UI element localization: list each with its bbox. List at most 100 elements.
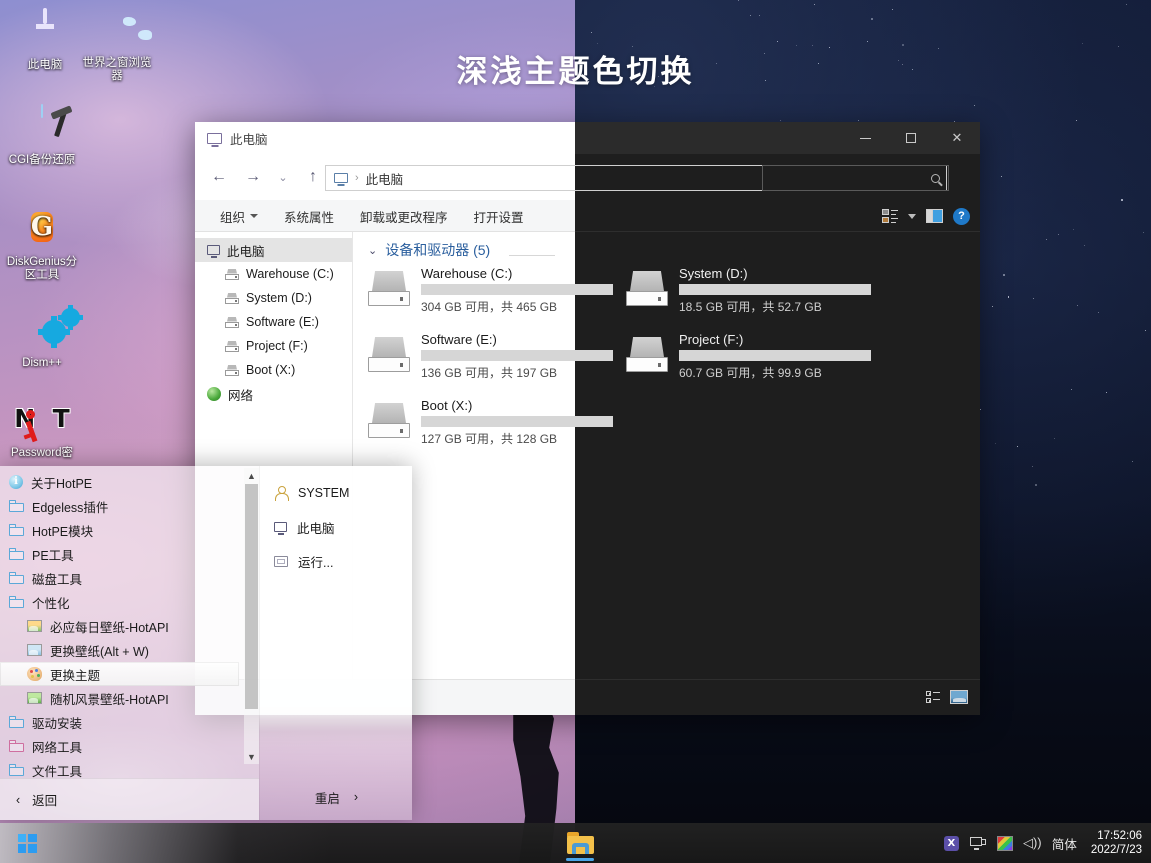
drive-capacity-text: 127 GB 可用，共 128 GB	[421, 430, 613, 447]
x-app-icon[interactable]: X	[944, 836, 959, 851]
drive-item[interactable]: Project (F:)60.7 GB 可用，共 99.9 GB	[626, 332, 871, 381]
toolbar-uninstall-programs[interactable]: 卸载或更改程序	[347, 200, 461, 232]
minimize-button[interactable]	[842, 122, 888, 154]
view-options-icon[interactable]	[882, 209, 898, 224]
start-menu-item-4[interactable]: 磁盘工具	[0, 566, 239, 590]
window-titlebar[interactable]: 此电脑 ✕	[195, 122, 980, 154]
navigation-bar: ← → ⌄ ↑ › 此电脑	[195, 154, 980, 200]
sidebar-item-0[interactable]: 此电脑	[195, 238, 352, 262]
start-menu-item-10[interactable]: 驱动安装	[0, 710, 239, 734]
folder-icon	[9, 596, 24, 608]
sidebar-item-6[interactable]: 网络	[195, 382, 352, 406]
preview-pane-icon[interactable]	[926, 209, 943, 223]
monitor-icon	[334, 173, 348, 183]
thumbnail-view-icon[interactable]	[950, 690, 968, 704]
gears-icon	[3, 308, 81, 354]
desktop-icon-cgi-backup[interactable]: CGI备份还原	[3, 105, 81, 167]
start-menu-right-item-1[interactable]: 此电脑	[260, 510, 412, 544]
drive-item[interactable]: Boot (X:)127 GB 可用，共 128 GB	[368, 398, 613, 447]
start-menu-right-item-0[interactable]: SYSTEM	[260, 476, 412, 510]
start-menu-list: i关于HotPEEdgeless插件HotPE模块PE工具磁盘工具个性化必应每日…	[0, 470, 239, 782]
toolbar-system-properties[interactable]: 系统属性	[271, 200, 347, 232]
drive-icon	[225, 341, 239, 352]
desktop-icon-this-pc[interactable]: 此电脑	[6, 10, 84, 72]
clock[interactable]: 17:52:06 2022/7/23	[1088, 829, 1142, 857]
toolbar-open-settings[interactable]: 打开设置	[461, 200, 537, 232]
restart-button[interactable]: 重启 ›	[260, 774, 412, 820]
sidebar-item-3[interactable]: Software (E:)	[195, 310, 352, 334]
diskgenius-icon: G	[3, 207, 81, 253]
forward-button[interactable]: →	[237, 162, 269, 192]
recent-locations-button[interactable]: ⌄	[271, 162, 295, 192]
color-display-icon[interactable]	[997, 836, 1013, 851]
start-menu-item-9[interactable]: 随机风景壁纸-HotAPI	[0, 686, 239, 710]
drive-item[interactable]: Warehouse (C:)304 GB 可用，共 465 GB	[368, 266, 613, 315]
breadcrumb-separator: ›	[355, 172, 359, 184]
monitor-icon	[207, 245, 220, 255]
start-menu-item-11[interactable]: 网络工具	[0, 734, 239, 758]
start-menu-item-8[interactable]: 更换主题	[0, 662, 239, 686]
drive-usage-bar	[421, 284, 613, 295]
start-menu-back-button[interactable]: ‹ 返回	[0, 778, 259, 820]
sidebar-item-label: Project (F:)	[246, 339, 308, 353]
close-button[interactable]: ✕	[934, 122, 980, 154]
start-menu-item-7[interactable]: 更换壁纸(Alt + W)	[0, 638, 239, 662]
toolbar-organize[interactable]: 组织	[207, 200, 271, 232]
windows-logo-icon	[18, 834, 37, 853]
start-menu-item-label: 个性化	[32, 593, 70, 612]
minimize-icon	[860, 138, 871, 139]
sidebar-item-4[interactable]: Project (F:)	[195, 334, 352, 358]
chevron-down-icon: ⌄	[368, 244, 377, 257]
desktop-icon-ntpassword[interactable]: N T Password密	[3, 398, 81, 460]
taskbar-item-file-explorer[interactable]	[560, 823, 600, 863]
toolbar-label: 组织	[220, 207, 245, 226]
start-menu-item-3[interactable]: PE工具	[0, 542, 239, 566]
drive-item[interactable]: Software (E:)136 GB 可用，共 197 GB	[368, 332, 613, 381]
clock-time: 17:52:06	[1097, 830, 1142, 842]
picture-sunny-icon	[27, 620, 42, 632]
ime-indicator[interactable]: 简体	[1052, 834, 1077, 853]
scrollbar-thumb[interactable]	[245, 484, 258, 709]
network-icon[interactable]	[970, 837, 986, 850]
sidebar-item-label: 此电脑	[227, 241, 265, 260]
drive-item[interactable]: System (D:)18.5 GB 可用，共 52.7 GB	[626, 266, 871, 315]
start-menu-item-6[interactable]: 必应每日壁纸-HotAPI	[0, 614, 239, 638]
window-title: 此电脑	[207, 129, 268, 148]
start-menu-item-5[interactable]: 个性化	[0, 590, 239, 614]
chevron-down-icon[interactable]	[908, 214, 916, 219]
search-input[interactable]	[762, 165, 949, 191]
desktop-icon-label: 此电脑	[28, 59, 63, 71]
start-menu-item-0[interactable]: i关于HotPE	[0, 470, 239, 494]
start-menu: i关于HotPEEdgeless插件HotPE模块PE工具磁盘工具个性化必应每日…	[0, 466, 412, 820]
desktop-icon-world-browser[interactable]: 世界之窗浏览器	[78, 8, 156, 83]
folder-pink-icon	[9, 740, 24, 752]
user-icon	[274, 486, 288, 500]
sidebar-item-2[interactable]: System (D:)	[195, 286, 352, 310]
sidebar-item-1[interactable]: Warehouse (C:)	[195, 262, 352, 286]
desktop-icon-label: DiskGenius分区工具	[7, 256, 77, 281]
page-title: 深浅主题色切换	[0, 46, 1151, 91]
details-view-icon[interactable]	[926, 691, 941, 704]
help-icon[interactable]: ?	[953, 208, 970, 225]
drive-capacity-text: 304 GB 可用，共 465 GB	[421, 298, 613, 315]
back-button[interactable]: ←	[203, 162, 235, 192]
start-button[interactable]	[0, 823, 54, 863]
scroll-up-arrow[interactable]: ▲	[244, 468, 259, 483]
section-header[interactable]: ⌄ 设备和驱动器 (5)	[368, 240, 490, 260]
scroll-down-arrow[interactable]: ▼	[244, 749, 259, 764]
start-menu-item-2[interactable]: HotPE模块	[0, 518, 239, 542]
desktop-screen: 深浅主题色切换 此电脑 世界之窗浏览器 CGI备份还原 G DiskGenius…	[0, 0, 1151, 863]
maximize-button[interactable]	[888, 122, 934, 154]
sidebar-item-5[interactable]: Boot (X:)	[195, 358, 352, 382]
start-menu-item-1[interactable]: Edgeless插件	[0, 494, 239, 518]
desktop-icon-label: CGI备份还原	[9, 154, 75, 166]
desktop-icon-dism[interactable]: Dism++	[3, 308, 81, 370]
start-menu-right-item-label: 运行...	[298, 552, 333, 571]
desktop-icon-diskgenius[interactable]: G DiskGenius分区工具	[3, 207, 81, 282]
start-menu-scrollbar[interactable]: ▲ ▼	[244, 468, 259, 764]
start-menu-right-panel: SYSTEM此电脑运行... 重启 ›	[259, 466, 412, 820]
volume-icon[interactable]: ◁))	[1024, 836, 1041, 850]
start-menu-right-item-2[interactable]: 运行...	[260, 544, 412, 578]
hammer-toolbox-icon	[3, 105, 81, 151]
window-controls: ✕	[842, 122, 980, 154]
